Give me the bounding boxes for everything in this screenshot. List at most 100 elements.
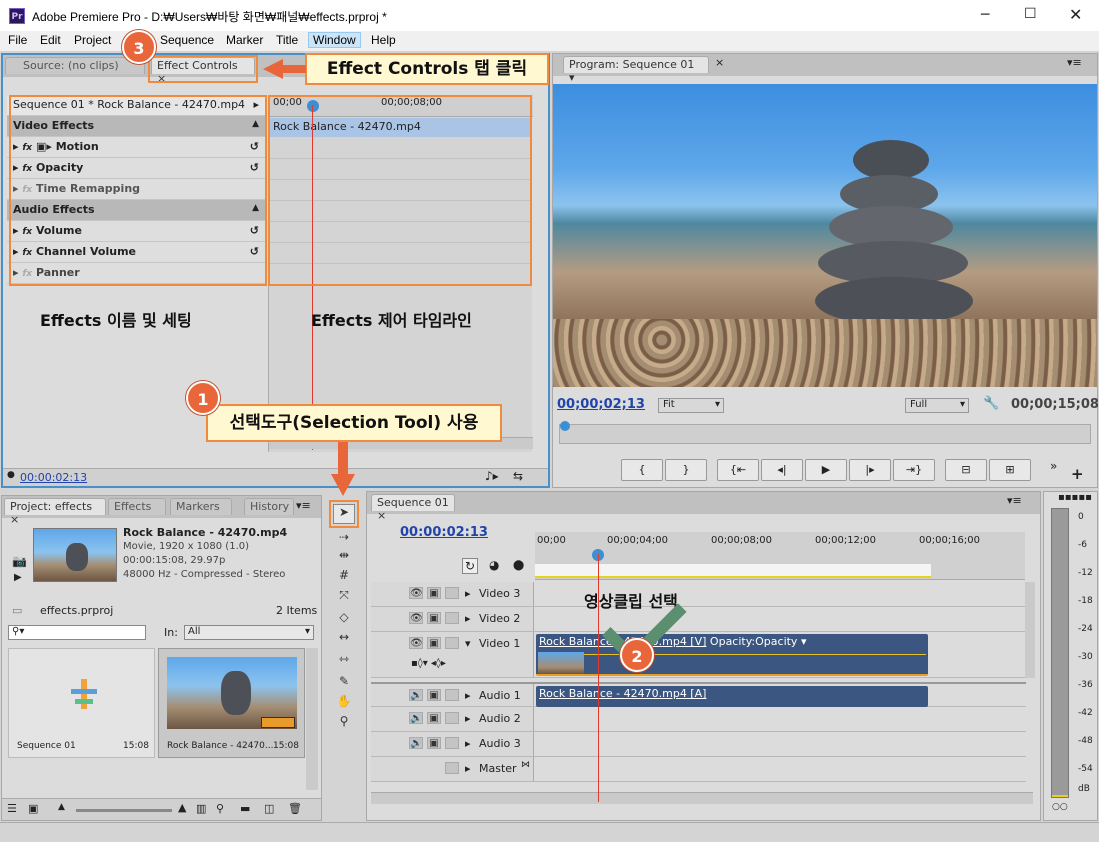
go-to-in-button[interactable]: {⇤ <box>717 459 759 481</box>
timeline-timecode[interactable]: 00:00:02:13 <box>400 525 488 540</box>
speaker-icon[interactable]: 🔊 <box>409 689 423 701</box>
new-item-icon[interactable]: ◫ <box>264 802 274 815</box>
solo-icon[interactable]: ○○ <box>1052 802 1068 812</box>
snap-icon[interactable]: ↻ <box>462 558 479 574</box>
step-forward-button[interactable]: |▸ <box>849 459 891 481</box>
zoom-in-icon[interactable]: ▲ <box>178 801 186 814</box>
slip-icon[interactable]: ↔ <box>333 630 355 650</box>
menu-title[interactable]: Title <box>276 33 298 47</box>
sync-lock-icon[interactable] <box>445 762 459 774</box>
rolling-edit-icon[interactable]: # <box>333 568 355 588</box>
eye-icon[interactable]: 👁 <box>409 587 423 599</box>
fit-select[interactable]: Fit ▾ <box>658 398 724 413</box>
sync-lock-icon[interactable] <box>445 737 459 749</box>
expand-icon[interactable]: ▸ <box>465 689 471 702</box>
add-icon[interactable]: + <box>1071 465 1084 483</box>
menu-window[interactable]: Window <box>308 32 361 48</box>
lock-icon[interactable]: ▣ <box>427 637 441 649</box>
mark-in-button[interactable]: { <box>621 459 663 481</box>
rate-stretch-icon[interactable]: ⤧ <box>333 588 355 608</box>
wrench-icon[interactable]: 🔧 <box>983 396 999 411</box>
panel-menu-icon[interactable]: ▾≡ <box>1067 56 1082 69</box>
tab-project[interactable]: Project: effects × <box>4 498 106 526</box>
extract-button[interactable]: ⊞ <box>989 459 1031 481</box>
project-scrollbar[interactable] <box>306 648 318 790</box>
lift-button[interactable]: ⊟ <box>945 459 987 481</box>
step-back-button[interactable]: ◂| <box>761 459 803 481</box>
new-bin-icon[interactable]: ▬ <box>240 802 250 815</box>
in-select[interactable]: All ▾ <box>184 625 314 640</box>
bin-sequence[interactable]: Sequence 01 15:08 <box>8 648 155 758</box>
timeline-ruler[interactable]: 00;00 00;00;04;00 00;00;08;00 00;00;12;0… <box>535 532 1025 580</box>
menu-file[interactable]: File <box>8 33 27 47</box>
tab-effects[interactable]: Effects <box>108 498 166 515</box>
marker-icon[interactable]: ⬤ <box>513 560 524 571</box>
close-icon[interactable]: × <box>10 513 19 526</box>
camera-icon[interactable]: 📷 <box>12 554 27 568</box>
razor-icon[interactable]: ◇ <box>333 610 355 630</box>
menu-project[interactable]: Project <box>74 33 111 47</box>
icon-view-icon[interactable]: ▣ <box>28 802 38 815</box>
zoom-out-icon[interactable]: ▲ <box>58 802 65 812</box>
expand-icon[interactable]: ▸ <box>465 587 471 600</box>
sync-lock-icon[interactable] <box>445 587 459 599</box>
sync-lock-icon[interactable] <box>445 689 459 701</box>
find-icon[interactable]: ⚲ <box>216 802 224 815</box>
expand-icon[interactable]: ▸ <box>465 712 471 725</box>
timeline-hscroll[interactable] <box>371 792 1033 804</box>
program-scrub-bar[interactable] <box>559 421 1091 444</box>
tab-sequence[interactable]: Sequence 01 × <box>371 494 455 522</box>
display-style-icon[interactable]: ▪◊▾ ◂◊▸ <box>411 658 446 669</box>
track-select-icon[interactable]: ⇢ <box>333 530 355 550</box>
bin-clip[interactable]: Rock Balance - 42470... 15:08 <box>158 648 305 758</box>
play-button[interactable]: ▶ <box>805 459 847 481</box>
tab-history[interactable]: History <box>244 498 294 515</box>
opacity-menu[interactable]: Opacity:Opacity ▾ <box>710 635 807 648</box>
tab-program[interactable]: Program: Sequence 01 ▾ <box>563 56 709 84</box>
audio-note-icon[interactable]: ♪▸ <box>485 469 499 483</box>
chevron-down-icon[interactable]: ▾ <box>569 71 575 84</box>
lock-icon[interactable]: ▣ <box>427 689 441 701</box>
eye-icon[interactable]: 👁 <box>409 612 423 624</box>
slide-icon[interactable]: ⇿ <box>333 652 355 672</box>
mark-out-button[interactable]: } <box>665 459 707 481</box>
lock-icon[interactable]: ▣ <box>427 737 441 749</box>
tab-markers[interactable]: Markers <box>170 498 232 515</box>
panel-menu-icon[interactable]: ▾≡ <box>296 499 311 512</box>
menu-edit[interactable]: Edit <box>40 33 61 47</box>
timeline-vscroll[interactable] <box>1025 582 1035 678</box>
collapse-icon[interactable]: ▾ <box>465 637 471 650</box>
minimize-icon[interactable]: ─ <box>981 7 989 23</box>
zoom-slider[interactable] <box>76 809 172 812</box>
close-window-icon[interactable]: ✕ <box>1069 5 1082 24</box>
menu-marker[interactable]: Marker <box>226 33 263 47</box>
ripple-edit-icon[interactable]: ⇹ <box>333 548 355 568</box>
expand-icon[interactable]: ▸ <box>465 762 471 775</box>
close-icon[interactable]: × <box>377 509 386 522</box>
speaker-icon[interactable]: 🔊 <box>409 712 423 724</box>
more-icon[interactable]: » <box>1050 459 1057 473</box>
sync-lock-icon[interactable] <box>445 712 459 724</box>
sequence-marker-icon[interactable]: ◕ <box>489 558 499 572</box>
video-clip[interactable]: Rock Balance - 42470.mp4 [V] Opacity:Opa… <box>536 634 928 676</box>
panel-menu-icon[interactable]: ▾≡ <box>1007 494 1022 507</box>
delete-icon[interactable]: 🗑 <box>288 802 302 815</box>
project-search-input[interactable]: ⚲▾ <box>8 625 146 640</box>
playhead-icon[interactable] <box>560 421 570 431</box>
full-select[interactable]: Full ▾ <box>905 398 969 413</box>
export-icon[interactable]: ⇆ <box>513 469 523 483</box>
panel-menu-icon[interactable]: ▪▪▪▪▪ <box>1058 492 1092 503</box>
program-timecode-left[interactable]: 00;00;02;13 <box>557 397 645 412</box>
close-icon[interactable]: × <box>715 56 724 69</box>
menu-help[interactable]: Help <box>371 33 396 47</box>
play-icon[interactable]: ▶ <box>14 572 22 583</box>
hand-icon[interactable]: ✋ <box>333 694 355 714</box>
eye-icon[interactable]: 👁 <box>409 637 423 649</box>
zoom-icon[interactable]: ⚲ <box>333 714 355 734</box>
sync-lock-icon[interactable] <box>445 637 459 649</box>
maximize-icon[interactable]: ☐ <box>1024 6 1037 22</box>
list-view-icon[interactable]: ☰ <box>7 802 17 815</box>
expand-icon[interactable]: ▸ <box>465 612 471 625</box>
tab-source[interactable]: Source: (no clips) <box>5 57 145 74</box>
lock-icon[interactable]: ▣ <box>427 612 441 624</box>
